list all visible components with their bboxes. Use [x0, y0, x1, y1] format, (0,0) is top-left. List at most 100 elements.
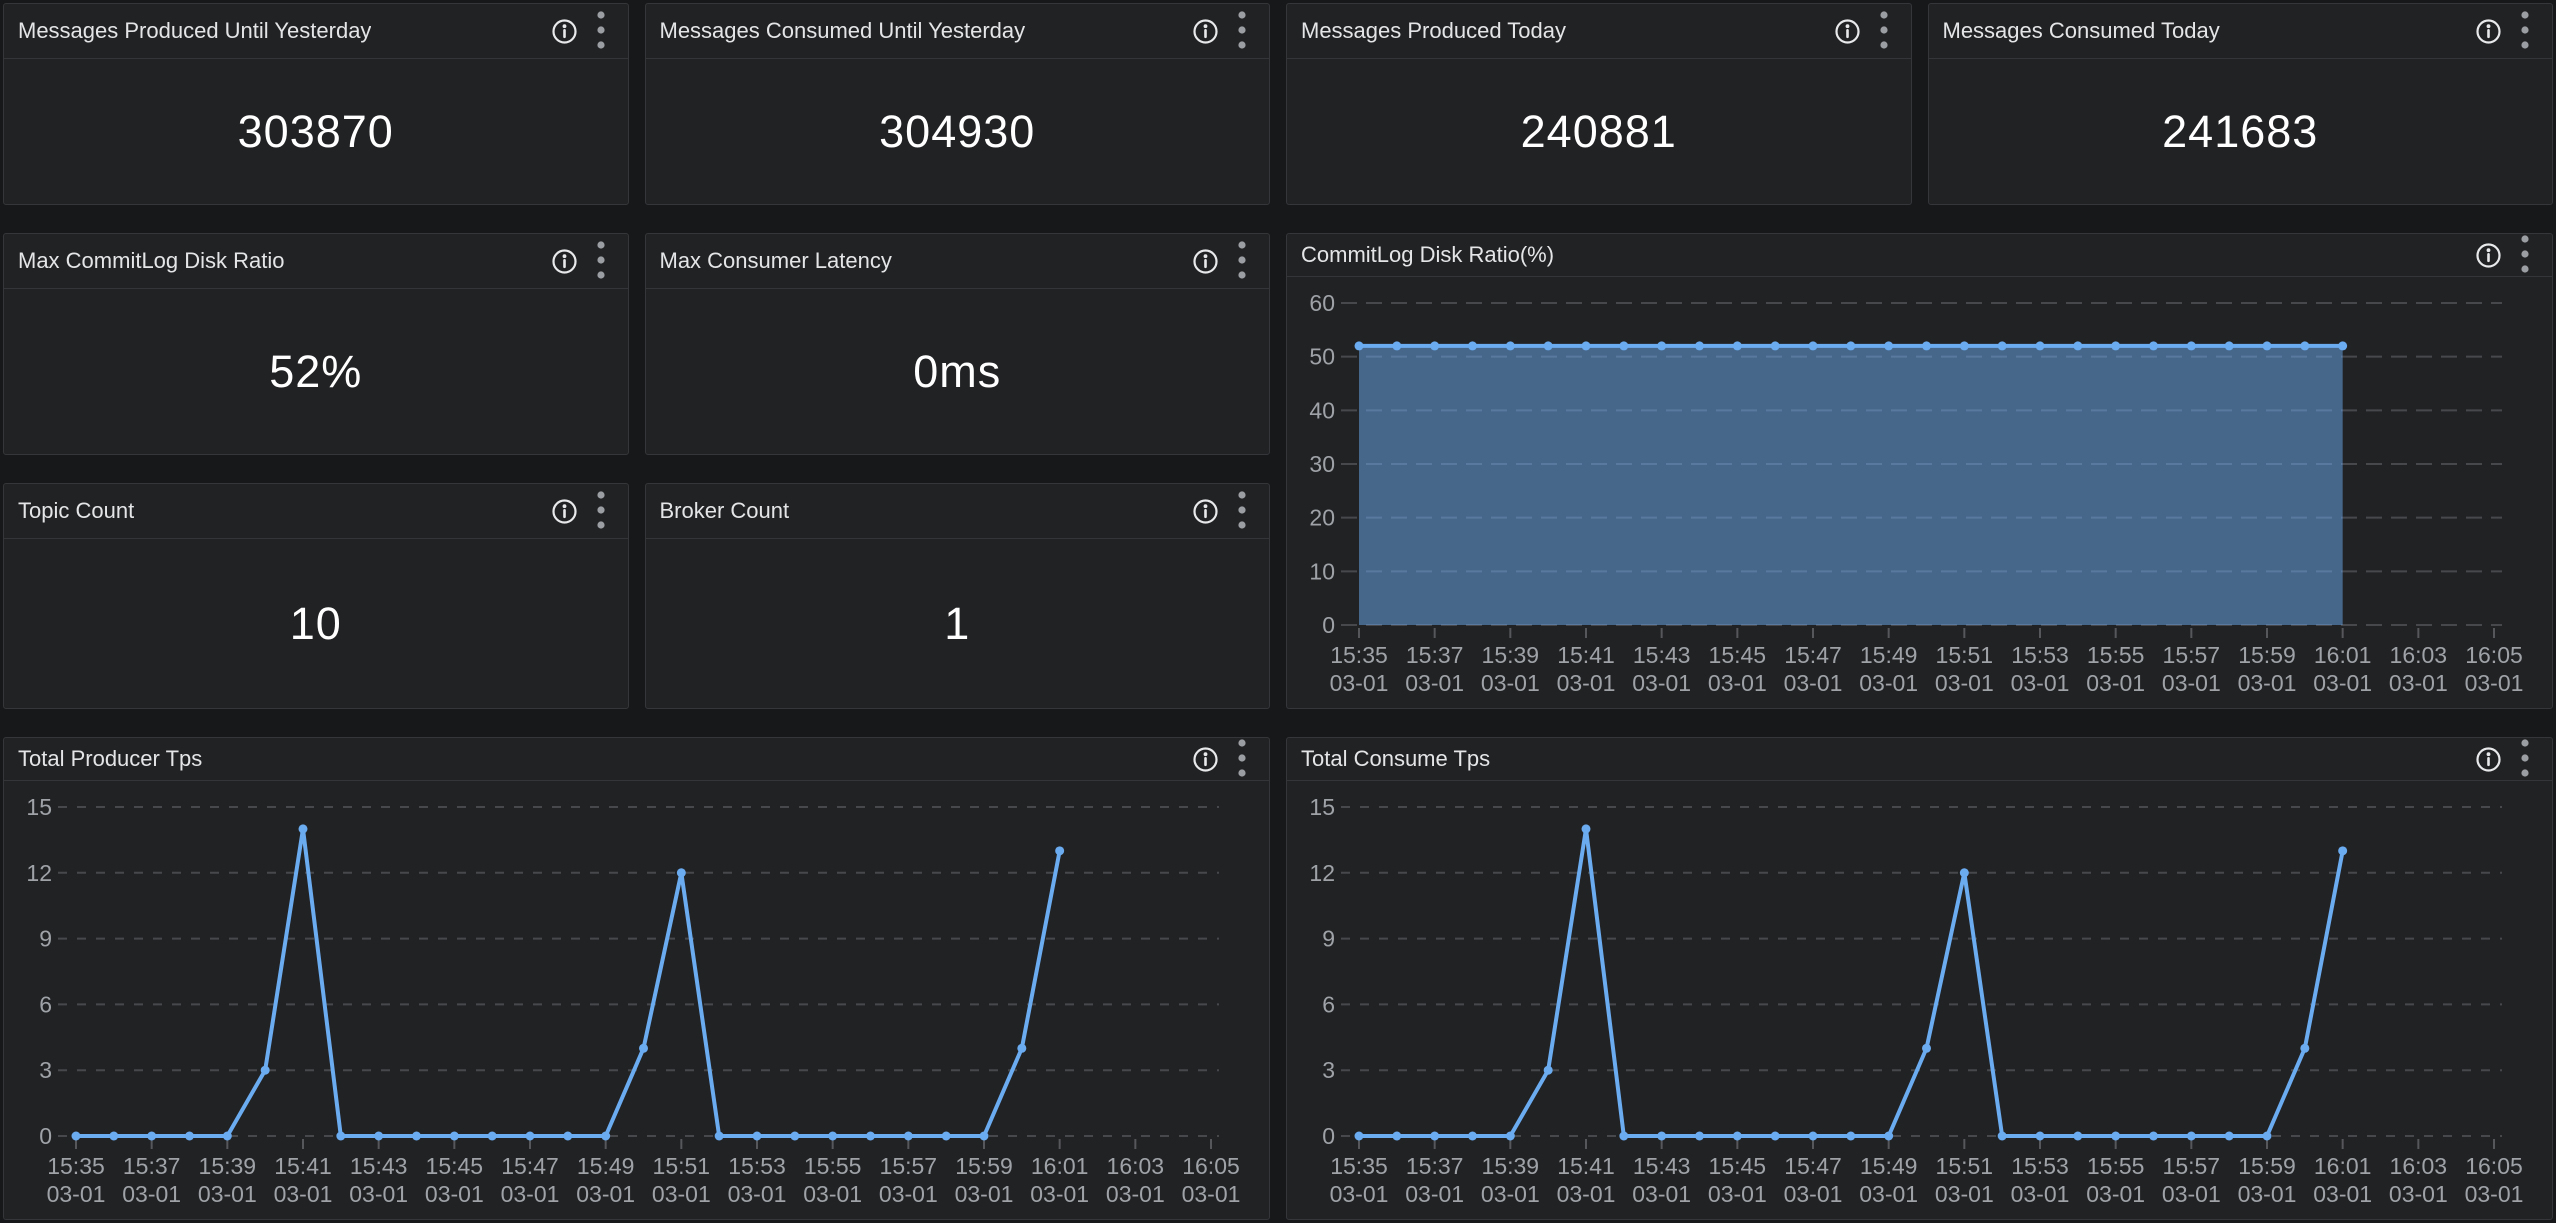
panel-title[interactable]: Messages Produced Until Yesterday	[18, 18, 371, 44]
svg-text:15:43: 15:43	[1633, 1153, 1691, 1179]
kebab-menu-icon[interactable]	[2520, 738, 2530, 780]
kebab-menu-icon[interactable]	[2520, 234, 2530, 276]
stat-value: 240881	[1287, 59, 1911, 204]
info-icon[interactable]	[551, 498, 578, 525]
info-icon[interactable]	[1192, 746, 1219, 773]
svg-text:03-01: 03-01	[1330, 1181, 1389, 1207]
panel-header: Total Consume Tps	[1287, 738, 2552, 781]
info-icon[interactable]	[2475, 18, 2502, 45]
svg-text:03-01: 03-01	[2313, 670, 2372, 696]
svg-text:15:37: 15:37	[1406, 1153, 1464, 1179]
svg-text:15: 15	[26, 794, 52, 820]
panel-title[interactable]: Max Consumer Latency	[660, 248, 892, 274]
svg-text:03-01: 03-01	[2011, 670, 2070, 696]
svg-text:15:57: 15:57	[2163, 1153, 2221, 1179]
info-icon[interactable]	[1192, 18, 1219, 45]
svg-text:0: 0	[39, 1123, 52, 1149]
chart-plot-area[interactable]: 0369121515:3503-0115:3703-0115:3903-0115…	[4, 781, 1269, 1219]
panel-body: 010203040506015:3503-0115:3703-0115:3903…	[1287, 277, 2552, 708]
stat-value: 0ms	[646, 289, 1270, 454]
panel-title[interactable]: Messages Consumed Until Yesterday	[660, 18, 1026, 44]
panel-header: Total Producer Tps	[4, 738, 1269, 781]
kebab-menu-icon[interactable]	[596, 240, 606, 282]
kebab-menu-icon[interactable]	[1237, 490, 1247, 532]
svg-text:9: 9	[39, 926, 52, 952]
svg-text:03-01: 03-01	[1557, 670, 1616, 696]
panel-title[interactable]: Max CommitLog Disk Ratio	[18, 248, 285, 274]
panel-messages-consumed-until-yesterday: Messages Consumed Until Yesterday 304930	[645, 3, 1271, 205]
svg-text:03-01: 03-01	[122, 1181, 181, 1207]
svg-text:16:03: 16:03	[2390, 642, 2448, 668]
panel-title[interactable]: Broker Count	[660, 498, 790, 524]
svg-text:03-01: 03-01	[1182, 1181, 1241, 1207]
svg-text:03-01: 03-01	[2465, 670, 2524, 696]
svg-text:03-01: 03-01	[274, 1181, 333, 1207]
panel-body: 0369121515:3503-0115:3703-0115:3903-0115…	[4, 781, 1269, 1219]
svg-text:03-01: 03-01	[1632, 1181, 1691, 1207]
kebab-menu-icon[interactable]	[1879, 10, 1889, 52]
panel-header-icons	[1834, 10, 1889, 52]
panel-header: CommitLog Disk Ratio(%)	[1287, 234, 2552, 277]
stat-value: 10	[4, 539, 628, 708]
info-icon[interactable]	[1192, 248, 1219, 275]
panel-header-icons	[551, 490, 606, 532]
panel-header-icons	[1192, 490, 1247, 532]
svg-text:12: 12	[1309, 860, 1335, 886]
svg-text:15:59: 15:59	[2238, 642, 2296, 668]
info-icon[interactable]	[551, 18, 578, 45]
panel-header: Max CommitLog Disk Ratio	[4, 234, 628, 289]
svg-text:15: 15	[1309, 794, 1335, 820]
svg-text:16:05: 16:05	[1182, 1153, 1240, 1179]
info-icon[interactable]	[2475, 242, 2502, 269]
svg-text:15:47: 15:47	[501, 1153, 559, 1179]
chart-plot-area[interactable]: 010203040506015:3503-0115:3703-0115:3903…	[1287, 277, 2552, 708]
svg-text:15:41: 15:41	[1557, 642, 1615, 668]
svg-text:03-01: 03-01	[1557, 1181, 1616, 1207]
svg-text:03-01: 03-01	[1784, 1181, 1843, 1207]
panel-title[interactable]: Messages Consumed Today	[1943, 18, 2220, 44]
svg-text:0: 0	[1322, 612, 1335, 638]
svg-text:15:41: 15:41	[274, 1153, 332, 1179]
stat-value: 1	[646, 539, 1270, 708]
panel-body: 1	[646, 539, 1270, 708]
svg-text:03-01: 03-01	[1708, 670, 1767, 696]
kebab-menu-icon[interactable]	[596, 10, 606, 52]
panel-header-icons	[2475, 10, 2530, 52]
panel-title[interactable]: Topic Count	[18, 498, 134, 524]
kebab-menu-icon[interactable]	[2520, 10, 2530, 52]
info-icon[interactable]	[2475, 746, 2502, 773]
panel-header-icons	[551, 10, 606, 52]
svg-text:6: 6	[1322, 991, 1335, 1017]
panel-title[interactable]: CommitLog Disk Ratio(%)	[1301, 242, 1554, 268]
panel-title[interactable]: Total Producer Tps	[18, 746, 202, 772]
svg-text:03-01: 03-01	[1030, 1181, 1089, 1207]
svg-text:03-01: 03-01	[2389, 670, 2448, 696]
svg-text:03-01: 03-01	[1330, 670, 1389, 696]
panel-header: Topic Count	[4, 484, 628, 539]
kebab-menu-icon[interactable]	[596, 490, 606, 532]
svg-text:15:35: 15:35	[47, 1153, 105, 1179]
kebab-menu-icon[interactable]	[1237, 10, 1247, 52]
panel-header: Messages Consumed Until Yesterday	[646, 4, 1270, 59]
svg-text:15:55: 15:55	[804, 1153, 862, 1179]
kebab-menu-icon[interactable]	[1237, 738, 1247, 780]
info-icon[interactable]	[1192, 498, 1219, 525]
kebab-menu-icon[interactable]	[1237, 240, 1247, 282]
svg-text:03-01: 03-01	[2162, 1181, 2221, 1207]
svg-text:15:43: 15:43	[1633, 642, 1691, 668]
svg-text:15:45: 15:45	[1709, 642, 1767, 668]
info-icon[interactable]	[1834, 18, 1861, 45]
svg-text:15:55: 15:55	[2087, 642, 2145, 668]
svg-text:15:53: 15:53	[728, 1153, 786, 1179]
svg-text:03-01: 03-01	[1405, 1181, 1464, 1207]
svg-text:03-01: 03-01	[198, 1181, 257, 1207]
chart-plot-area[interactable]: 0369121515:3503-0115:3703-0115:3903-0115…	[1287, 781, 2552, 1219]
svg-text:15:39: 15:39	[199, 1153, 257, 1179]
info-icon[interactable]	[551, 248, 578, 275]
panel-title[interactable]: Total Consume Tps	[1301, 746, 1490, 772]
stat-value: 303870	[4, 59, 628, 204]
svg-text:15:37: 15:37	[1406, 642, 1464, 668]
panel-title[interactable]: Messages Produced Today	[1301, 18, 1566, 44]
svg-text:03-01: 03-01	[2389, 1181, 2448, 1207]
svg-text:03-01: 03-01	[2313, 1181, 2372, 1207]
